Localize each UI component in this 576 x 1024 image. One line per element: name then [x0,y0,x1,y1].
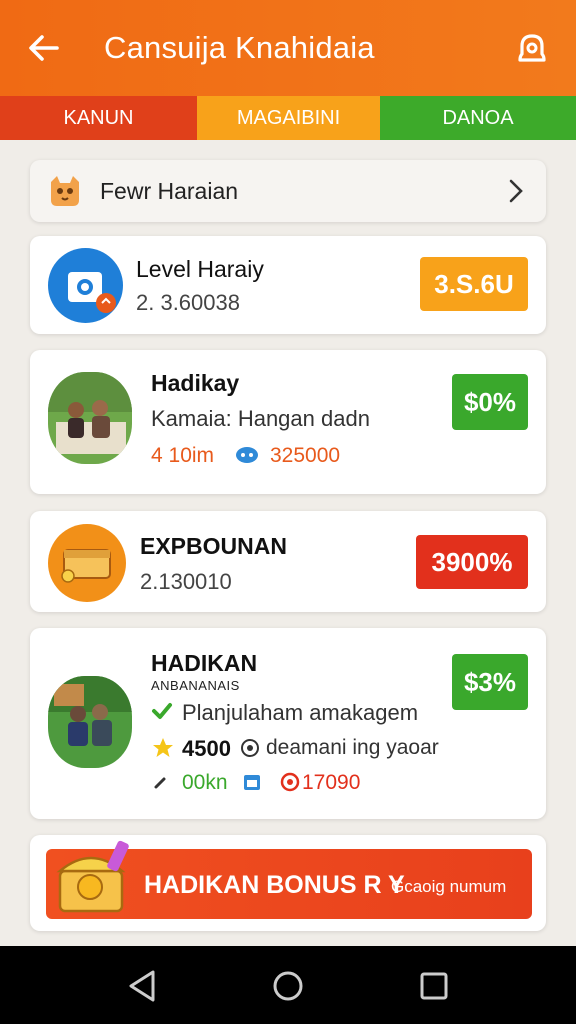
nav-back-button[interactable] [122,966,162,1006]
list-item[interactable]: EXPBOUNAN 2.130010 3900% [30,511,546,612]
item-detail: Kamaia: Hangan dadn [151,406,370,431]
item-points-label: deamani ing yaoar [266,736,439,759]
status-badge: $0% [452,374,528,430]
group-photo [48,372,132,464]
item-detail: Planjulaham amakagem [182,700,419,725]
status-badge: 3.S.6U [420,257,528,311]
status-badge: 3900% [416,535,528,589]
bonus-title: HADIKAN BONUS R Y [144,871,405,899]
square-recents-icon [420,972,448,1000]
tab-magaibini[interactable]: MAGAIBINI [197,96,380,140]
triangle-back-icon [129,970,155,1002]
back-button[interactable] [22,26,66,70]
item-stat-count: 17090 [302,771,361,794]
status-badge: $3% [452,654,528,710]
list-item[interactable]: Hadikay Kamaia: Hangan dadn 4 10im 32500… [30,350,546,494]
nav-recents-button[interactable] [414,966,454,1006]
tab-bar: KANUN MAGAIBINI DANOA [0,96,576,140]
group-photo [48,676,132,768]
filter-row[interactable]: Fewr Haraian [30,160,546,222]
check-icon [151,700,173,722]
bonus-banner[interactable]: HADIKAN BONUS R Y Gcaoig numum [46,840,532,919]
item-points: 4500 [182,736,231,761]
target-icon [240,738,260,758]
filter-label: Fewr Haraian [100,178,239,204]
treasure-icon [48,524,126,602]
tab-danoa[interactable]: DANOA [380,96,576,140]
item-name: Level Haraiy [136,256,264,282]
item-subtitle: ANBANANAIS [151,678,240,693]
item-stat-count: 325000 [270,444,341,467]
item-name: Hadikay [151,370,240,396]
item-stat-time: 4 10im [151,444,215,467]
chat-icon [235,446,259,466]
pen-icon [153,774,169,790]
circle-home-icon [273,971,303,1001]
coin-icon [280,772,300,792]
arrow-left-icon [29,35,59,61]
tab-kanun[interactable]: KANUN [0,96,197,140]
treasure-chest-icon [50,837,134,919]
bonus-card[interactable]: HADIKAN BONUS R Y Gcaoig numum [30,835,546,931]
camera-icon [48,248,123,323]
app-header: Cansuija Knahidaia [0,0,576,96]
item-name: HADIKAN [151,650,258,676]
list-item[interactable]: Level Haraiy 2. 3.60038 3.S.6U [30,236,546,334]
bonus-subtitle: Gcaoig numum [391,877,507,896]
cat-icon [48,174,82,208]
nav-home-button[interactable] [268,966,308,1006]
star-icon [151,736,175,760]
system-nav-bar [0,946,576,1024]
page-title: Cansuija Knahidaia [104,30,375,65]
list-item[interactable]: HADIKAN ANBANANAIS Planjulaham amakagem … [30,628,546,819]
item-name: EXPBOUNAN [140,533,287,559]
item-value: 2. 3.60038 [136,290,240,315]
item-value: 2.130010 [140,569,232,594]
calendar-icon [242,772,262,792]
item-stat-time: 00kn [182,771,228,794]
chevron-right-icon [506,178,526,204]
profile-button[interactable] [510,28,554,72]
bell-icon [518,34,546,62]
